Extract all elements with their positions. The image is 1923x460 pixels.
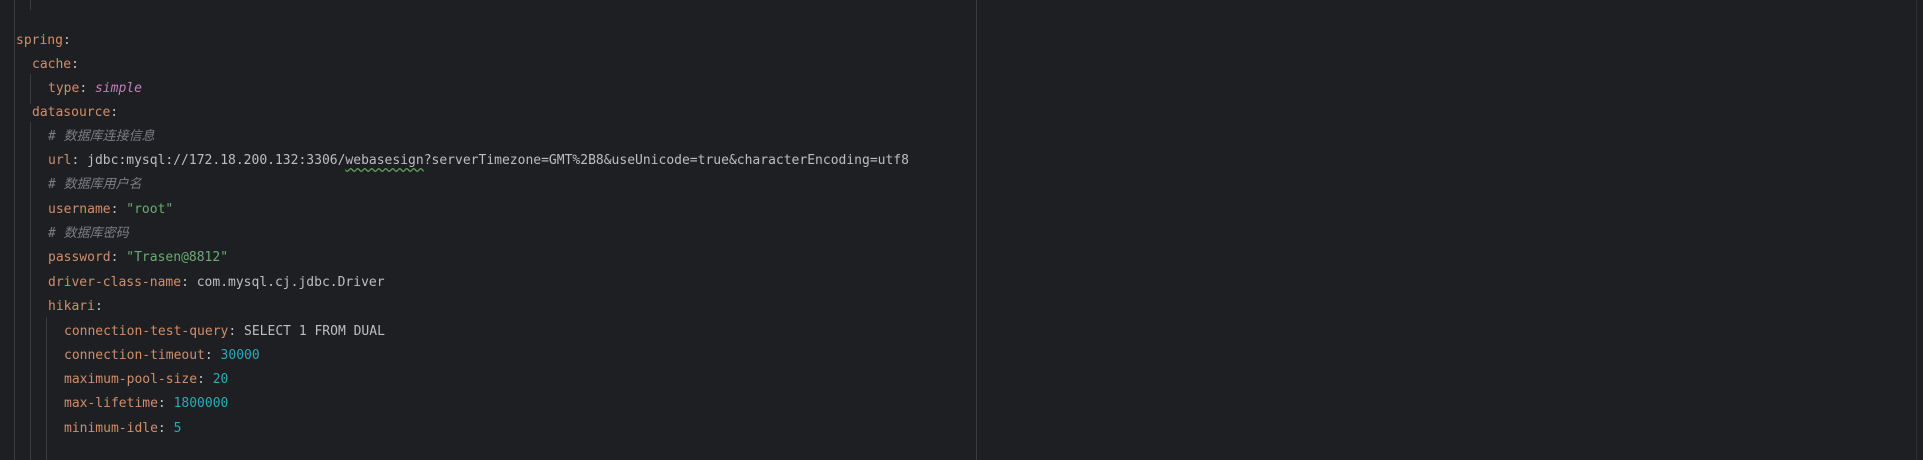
yaml-key: type <box>48 81 80 96</box>
indent-guide <box>46 317 47 460</box>
colon: : <box>204 348 221 363</box>
code-line-comment[interactable]: # 数据库用户名 <box>48 175 142 195</box>
yaml-key: cache <box>32 57 72 72</box>
right-margin-guide <box>976 0 977 460</box>
yaml-key: driver-class-name <box>48 275 182 290</box>
code-line-url[interactable]: url: jdbc:mysql://172.18.200.132:3306/we… <box>48 151 909 171</box>
code-line-lifetime[interactable]: max-lifetime: 1800000 <box>64 394 228 414</box>
yaml-key: minimum-idle <box>64 421 158 436</box>
yaml-value: 5 <box>173 421 182 436</box>
colon: : <box>157 396 174 411</box>
colon: : <box>71 57 79 72</box>
code-line-driver[interactable]: driver-class-name: com.mysql.cj.jdbc.Dri… <box>48 273 385 293</box>
code-line-spring[interactable]: spring: <box>16 31 71 51</box>
code-line-timeout[interactable]: connection-timeout: 30000 <box>64 346 260 366</box>
code-line-hikari[interactable]: hikari: <box>48 297 103 317</box>
yaml-value: jdbc:mysql://172.18.200.132:3306/ <box>87 153 346 168</box>
colon: : <box>62 33 71 48</box>
indent-guide <box>30 0 31 10</box>
yaml-value: "root" <box>126 202 174 217</box>
indent-guide <box>30 74 31 104</box>
colon: : <box>79 81 95 96</box>
indent-guide <box>30 122 31 460</box>
code-editor[interactable]: spring: cache: type: simple datasource: … <box>0 0 1923 460</box>
code-line-test-query[interactable]: connection-test-query: SELECT 1 FROM DUA… <box>64 322 385 342</box>
colon: : <box>181 275 197 290</box>
colon: : <box>228 324 245 339</box>
colon: : <box>157 421 174 436</box>
yaml-key: connection-timeout <box>64 348 205 363</box>
code-line-comment[interactable]: # 数据库密码 <box>48 224 129 244</box>
yaml-key: maximum-pool-size <box>64 372 198 387</box>
code-line-password[interactable]: password: "Trasen@8812" <box>48 248 228 268</box>
yaml-value: 30000 <box>220 348 260 363</box>
yaml-value: 20 <box>212 372 229 387</box>
yaml-value: com.mysql.cj.jdbc.Driver <box>196 275 385 290</box>
code-line-username[interactable]: username: "root" <box>48 200 173 220</box>
yaml-key: username <box>48 202 111 217</box>
colon: : <box>110 105 119 120</box>
yaml-value: ?serverTimezone=GMT%2B8&useUnicode=true&… <box>423 153 909 168</box>
yaml-value: 1800000 <box>173 396 229 411</box>
code-line-min-idle[interactable]: minimum-idle: 5 <box>64 419 181 439</box>
yaml-value: SELECT 1 FROM DUAL <box>244 324 385 339</box>
colon: : <box>197 372 213 387</box>
indent-guide <box>14 0 15 460</box>
yaml-comment: # 数据库连接信息 <box>48 129 155 144</box>
yaml-key: password <box>48 250 111 265</box>
code-line-cache[interactable]: cache: <box>32 55 79 75</box>
code-line-datasource[interactable]: datasource: <box>32 103 118 123</box>
editor-edge <box>1916 0 1917 460</box>
yaml-comment: # 数据库用户名 <box>48 177 142 192</box>
code-line-cache-type[interactable]: type: simple <box>48 79 142 99</box>
yaml-key: max-lifetime <box>64 396 158 411</box>
colon: : <box>94 299 103 314</box>
colon: : <box>110 250 127 265</box>
yaml-comment: # 数据库密码 <box>48 226 129 241</box>
yaml-key: datasource <box>32 105 111 120</box>
yaml-value: "Trasen@8812" <box>126 250 229 265</box>
code-line-pool-size[interactable]: maximum-pool-size: 20 <box>64 370 228 390</box>
spellcheck-word: webasesign <box>345 153 424 168</box>
yaml-key: connection-test-query <box>64 324 229 339</box>
yaml-value: simple <box>94 81 142 96</box>
yaml-key: spring <box>16 33 63 48</box>
yaml-key: hikari <box>48 299 95 314</box>
yaml-key: url <box>48 153 72 168</box>
colon: : <box>110 202 127 217</box>
colon: : <box>71 153 88 168</box>
code-line-comment[interactable]: # 数据库连接信息 <box>48 127 155 147</box>
